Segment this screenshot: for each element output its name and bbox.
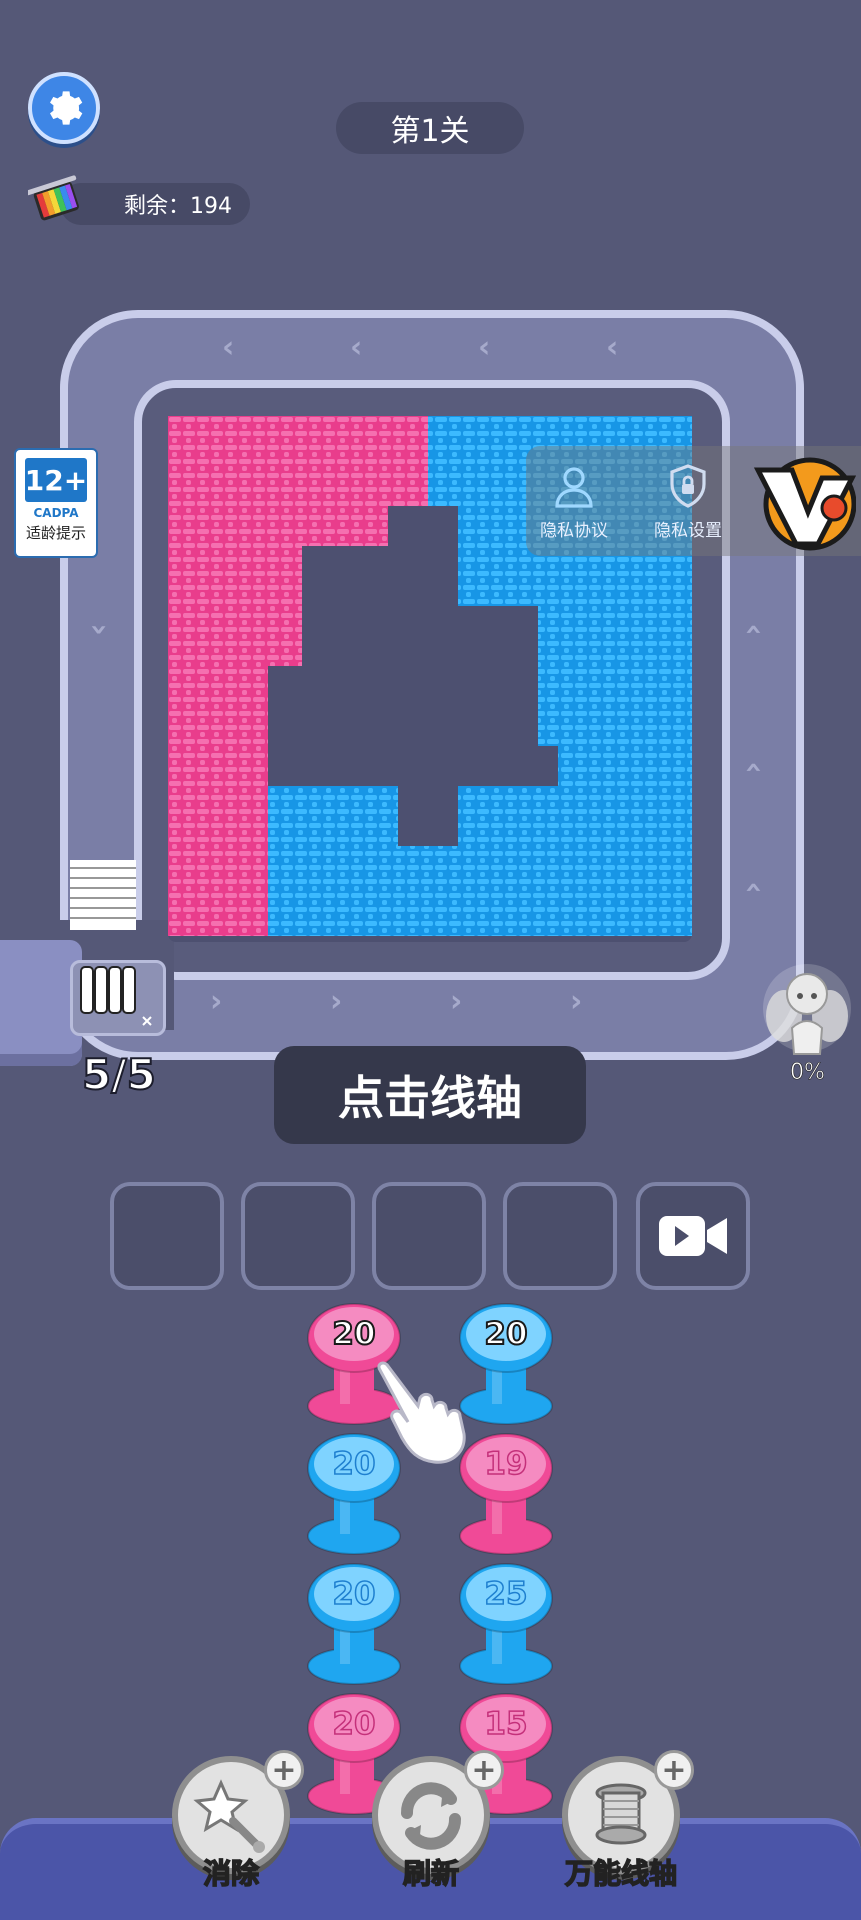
star-wand-icon (193, 1779, 265, 1853)
track-arrow-icon: ‹ (222, 330, 235, 365)
refresh-icon (401, 1782, 461, 1850)
tool-eliminate-label: 消除 (202, 1856, 260, 1891)
track-arrow-icon: ‹ (350, 330, 363, 365)
spool-count: 25 (484, 1575, 529, 1613)
privacy-agreement-button[interactable]: 隐私协议 (540, 462, 608, 541)
settings-button[interactable] (28, 72, 100, 144)
track-arrow-icon: ‹ (606, 330, 619, 365)
track-arrow-icon: ‹ (736, 881, 772, 894)
spool-count: 20 (332, 1705, 377, 1743)
track-arrow-icon: ‹ (736, 761, 772, 774)
va-logo-icon[interactable] (752, 456, 856, 552)
waiting-spool-stack (70, 860, 136, 930)
tap-spool-hint: 点击线轴 (274, 1046, 586, 1144)
tool-eliminate-plus-icon[interactable]: + (264, 1750, 304, 1790)
tool-universal-spool[interactable]: + 万能线轴 (562, 1750, 694, 1891)
age-rating-tip: 适龄提示 (25, 524, 86, 542)
spool-tray (70, 960, 166, 1036)
privacy-agreement-label: 隐私协议 (540, 521, 608, 541)
gear-icon (50, 91, 83, 125)
track-arrow-icon: ‹ (736, 623, 772, 636)
tool-universal-spool-label: 万能线轴 (564, 1856, 678, 1891)
spool-count: 20 (483, 1315, 528, 1353)
spool-blue: 25 (456, 1558, 556, 1686)
fairy-character-icon (763, 964, 851, 1055)
spool-slot[interactable] (110, 1182, 224, 1290)
spool-count: 15 (484, 1705, 529, 1743)
pointing-hand-icon (377, 1361, 466, 1464)
tool-refresh[interactable]: + 刷新 (372, 1750, 504, 1891)
tool-universal-spool-plus-icon[interactable]: + (654, 1750, 694, 1790)
shield-lock-icon (670, 464, 706, 508)
spool-count: 20 (331, 1315, 376, 1353)
spool-slot[interactable] (503, 1182, 617, 1290)
age-rating-value: 12+ (25, 458, 87, 502)
person-icon (555, 467, 593, 508)
queue-count: 5/5 (81, 1049, 157, 1100)
track-arrow-icon: ‹ (478, 330, 491, 365)
privacy-settings-button[interactable]: 隐私设置 (654, 462, 722, 541)
knitting-needles-icon (28, 175, 79, 221)
spool-blue: 20 (304, 1558, 404, 1686)
video-unlock-slot[interactable] (636, 1182, 750, 1290)
age-rating-org: CADPA (33, 506, 79, 520)
track-arrow-icon: › (210, 984, 223, 1019)
track-arrow-icon: ‹ (80, 623, 116, 636)
tool-refresh-label: 刷新 (402, 1856, 460, 1891)
spool-slot[interactable] (372, 1182, 486, 1290)
tool-eliminate[interactable]: + 消除 (172, 1750, 304, 1891)
track-arrow-icon: › (570, 984, 583, 1019)
tool-refresh-plus-icon[interactable]: + (464, 1750, 504, 1790)
privacy-settings-label: 隐私设置 (654, 521, 722, 541)
remaining-text: 剩余：194 (124, 194, 232, 219)
level-title: 第1关 (336, 102, 524, 154)
age-rating-badge[interactable]: 12+ CADPA 适龄提示 (14, 448, 98, 558)
track-arrow-icon: › (450, 984, 463, 1019)
spool-count: 20 (332, 1575, 377, 1613)
spool-slot[interactable] (241, 1182, 355, 1290)
track-arrow-icon: › (330, 984, 343, 1019)
remaining-counter: 剩余：194 (60, 183, 250, 225)
video-camera-icon (659, 1216, 727, 1256)
universal-spool-icon (595, 1783, 647, 1845)
fairy-progress: 0% (790, 1060, 826, 1086)
